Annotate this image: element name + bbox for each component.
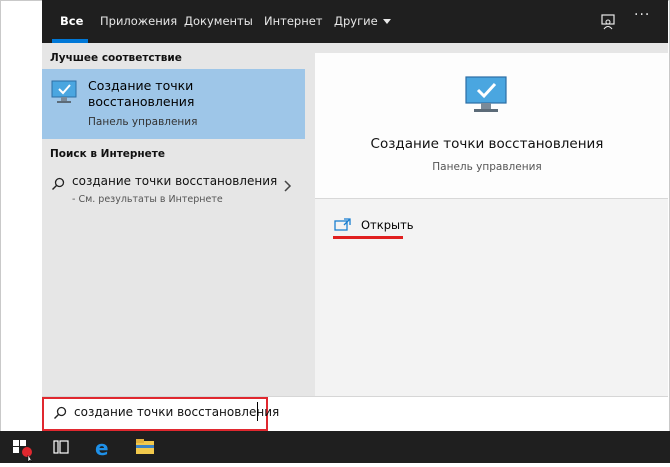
file-explorer-icon[interactable] xyxy=(126,431,166,463)
web-search-query: создание точки восстановления xyxy=(72,174,278,188)
tab-apps[interactable]: Приложения xyxy=(100,0,177,43)
task-view-icon[interactable] xyxy=(42,431,82,463)
search-icon xyxy=(52,177,65,190)
web-search-heading: Поиск в Интернете xyxy=(50,148,166,160)
tab-all[interactable]: Все xyxy=(60,0,83,43)
chevron-right-icon[interactable] xyxy=(282,179,292,193)
chevron-down-icon xyxy=(382,19,391,24)
highlight-underline xyxy=(333,236,403,239)
scope-tabs-bar: Все Приложения Документы Интернет Другие… xyxy=(42,0,668,43)
results-list: Лучшее соответствие Создание точки восст… xyxy=(42,43,305,396)
taskbar: e xyxy=(0,431,670,463)
best-match-heading: Лучшее соответствие xyxy=(50,52,182,64)
best-match-title: Создание точки восстановления xyxy=(88,78,195,109)
open-label: Открыть xyxy=(361,218,414,232)
best-match-result[interactable]: Создание точки восстановления Панель упр… xyxy=(42,69,305,139)
monitor-check-large-icon xyxy=(465,76,507,112)
details-header: Создание точки восстановления Панель упр… xyxy=(315,53,668,198)
monitor-check-icon xyxy=(51,80,77,103)
more-options-icon[interactable]: ··· xyxy=(634,7,650,23)
web-search-result[interactable]: создание точки восстановления - См. резу… xyxy=(42,169,305,213)
details-divider xyxy=(315,198,668,199)
open-icon xyxy=(334,218,351,231)
feedback-icon[interactable] xyxy=(599,12,619,32)
svg-text:e: e xyxy=(95,436,109,460)
tab-documents[interactable]: Документы xyxy=(184,0,253,43)
open-button[interactable]: Открыть xyxy=(333,215,414,241)
text-cursor xyxy=(257,402,258,421)
web-search-hint: - См. результаты в Интернете xyxy=(72,194,223,205)
best-match-subtitle: Панель управления xyxy=(88,116,198,128)
tab-internet[interactable]: Интернет xyxy=(264,0,323,43)
edge-icon[interactable]: e xyxy=(84,431,124,463)
search-input[interactable]: создание точки восстановления xyxy=(74,405,279,419)
search-panel: Все Приложения Документы Интернет Другие… xyxy=(42,0,668,396)
details-title: Создание точки восстановления xyxy=(370,136,604,152)
windows-start-icon[interactable] xyxy=(0,431,40,463)
details-subtitle: Панель управления xyxy=(432,161,542,173)
details-pane: Создание точки восстановления Панель упр… xyxy=(315,53,668,396)
search-box[interactable]: создание точки восстановления xyxy=(42,396,668,431)
tab-other-dropdown[interactable]: Другие xyxy=(334,0,391,43)
search-icon xyxy=(54,406,67,419)
